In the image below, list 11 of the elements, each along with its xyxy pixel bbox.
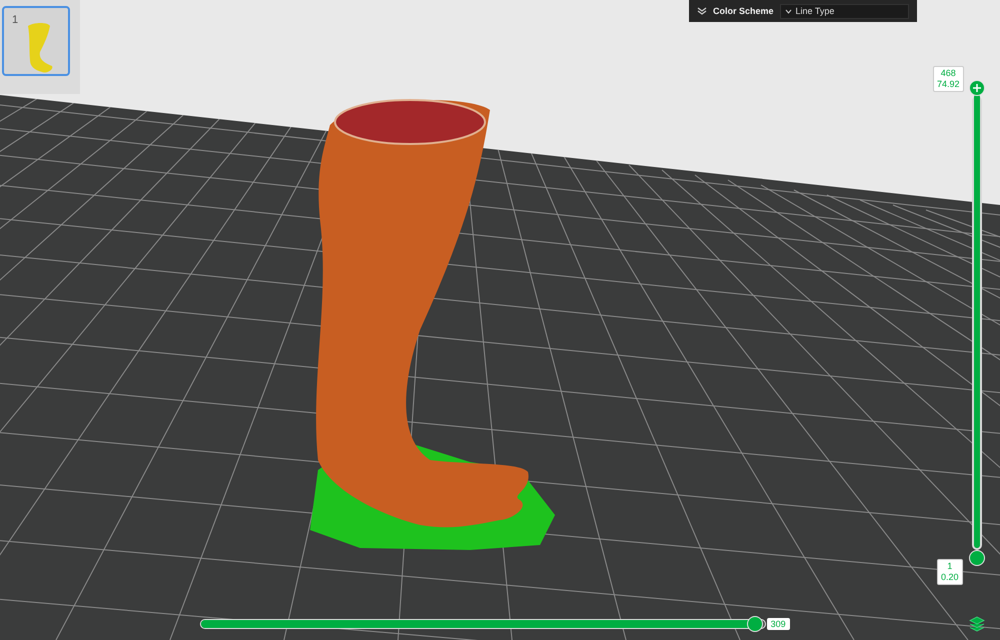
bottom-layer-label: 1 0.20 xyxy=(937,559,963,585)
move-value-label: 309 xyxy=(766,618,790,630)
top-layer-handle[interactable] xyxy=(969,80,985,96)
dropdown-value: Line Type xyxy=(796,6,834,16)
top-layer-label: 468 74.92 xyxy=(933,66,964,92)
color-scheme-label: Color Scheme xyxy=(713,6,774,16)
layers-icon[interactable] xyxy=(969,616,985,632)
dropdown-caret-icon xyxy=(784,8,792,14)
collapse-icon[interactable] xyxy=(697,7,707,15)
plate-thumbnail[interactable]: 1 xyxy=(2,6,70,76)
color-scheme-dropdown[interactable]: Line Type xyxy=(780,4,909,18)
